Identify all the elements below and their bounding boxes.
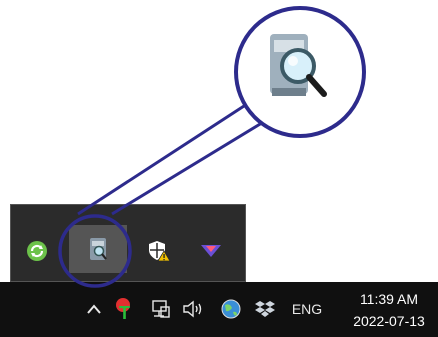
highlight-ring xyxy=(58,214,132,288)
callout-annotation xyxy=(58,6,366,288)
